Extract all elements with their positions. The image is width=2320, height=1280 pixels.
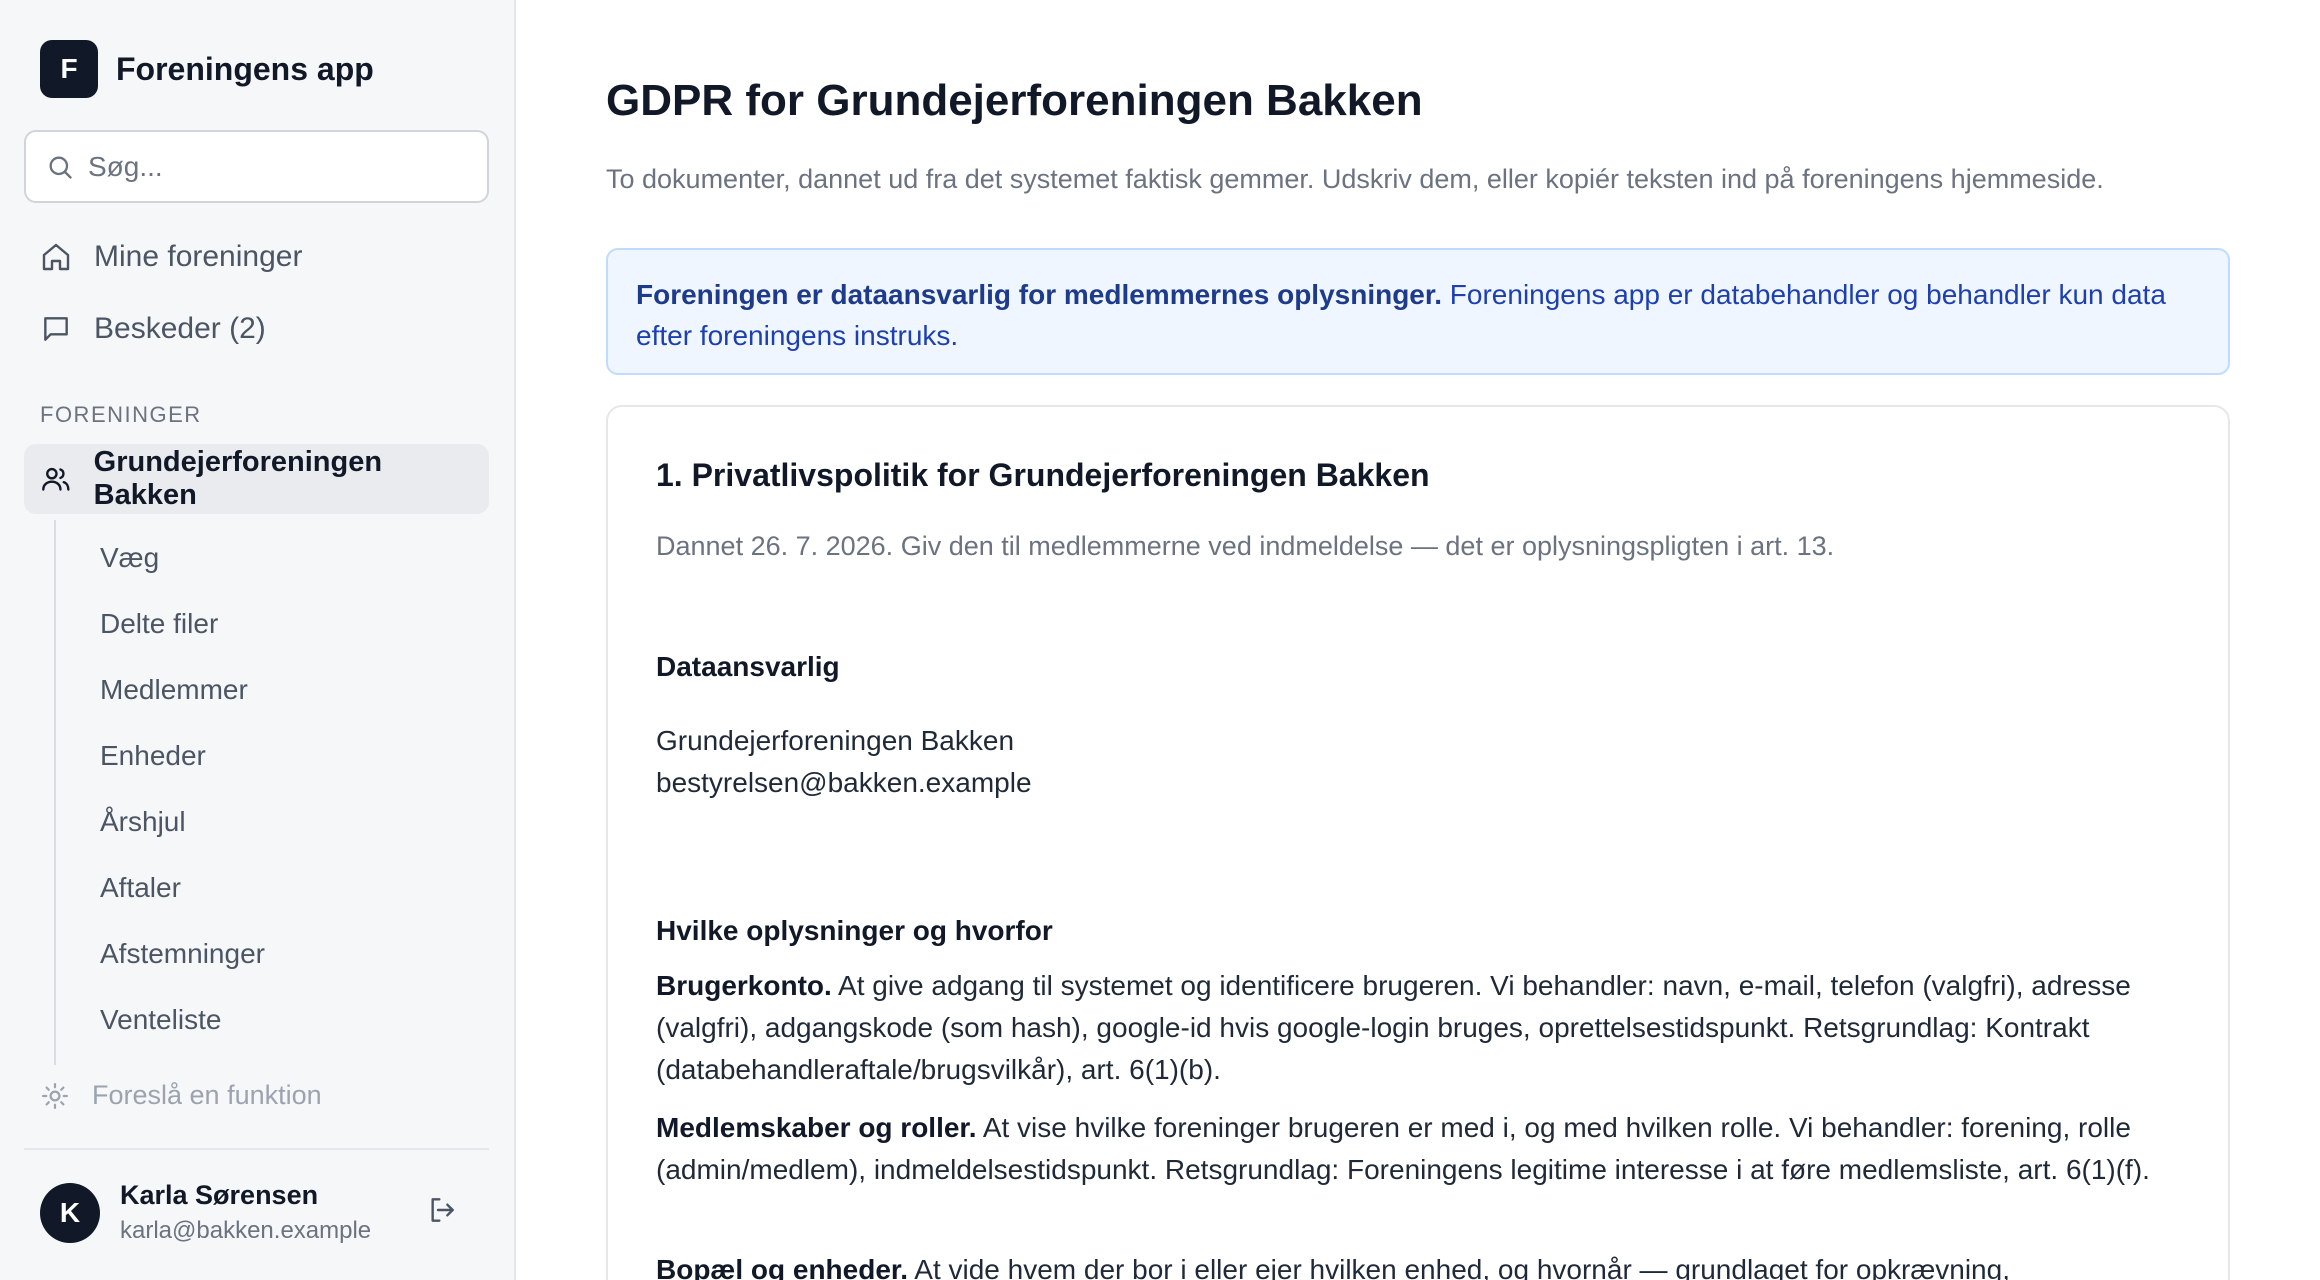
controller-email: bestyrelsen@bakken.example: [656, 767, 1032, 798]
subnav-item-enheder[interactable]: Enheder: [100, 736, 206, 776]
subnav-item-aarshjul[interactable]: Årshjul: [100, 802, 186, 842]
org-item-grundejerforeningen-bakken[interactable]: Grundejerforeningen Bakken: [24, 444, 489, 514]
page-subtitle: To dokumenter, dannet ud fra det systeme…: [606, 164, 2104, 194]
info-callout: Foreningen er dataansvarlig for medlemme…: [606, 248, 2230, 375]
controller-name: Grundejerforeningen Bakken: [656, 725, 1015, 756]
controller-heading: Dataansvarlig: [656, 651, 840, 682]
nav-item-beskeder[interactable]: Beskeder (2): [24, 296, 489, 362]
logout-button[interactable]: [422, 1190, 462, 1230]
data-item-label: Medlemskaber og roller.: [656, 1112, 977, 1143]
data-heading: Hvilke oplysninger og hvorfor: [656, 915, 1053, 946]
brand-logo: F: [40, 40, 98, 98]
message-icon: [44, 317, 68, 341]
user-name: Karla Sørensen: [120, 1180, 319, 1210]
subnav: Væg Delte filer Medlemmer Enheder Årshju…: [54, 520, 494, 1065]
data-item-brugerkonto: Brugerkonto. At give adgang til systemet…: [656, 965, 2196, 1091]
subnav-item-medlemmer[interactable]: Medlemmer: [100, 670, 248, 710]
sidebar-divider: [24, 1148, 489, 1150]
doc-title: 1. Privatlivspolitik for Grundejerforeni…: [656, 457, 1430, 493]
users-icon: [42, 467, 70, 491]
nav-label: Mine foreninger: [94, 240, 303, 273]
subnav-item-aftaler[interactable]: Aftaler: [100, 868, 181, 908]
logout-icon: [431, 1198, 454, 1222]
suggest-label: Foreslå en funktion: [92, 1080, 322, 1110]
user-profile[interactable]: K Karla Sørensen karla@bakken.example: [40, 1180, 371, 1245]
doc-meta: Dannet 26. 7. 2026. Giv den til medlemme…: [656, 531, 1835, 561]
page-title: GDPR for Grundejerforeningen Bakken: [606, 76, 1423, 125]
data-item-bopael: Bopæl og enheder. At vide hvem der bor i…: [656, 1249, 2196, 1280]
subnav-item-delte-filer[interactable]: Delte filer: [100, 604, 218, 644]
nav-item-mine-foreninger[interactable]: Mine foreninger: [24, 224, 489, 290]
lightbulb-icon: [42, 1082, 68, 1109]
home-icon: [42, 243, 70, 271]
main-content: GDPR for Grundejerforeningen Bakken To d…: [606, 0, 2230, 1280]
search-input[interactable]: [88, 150, 468, 183]
user-email: karla@bakken.example: [120, 1217, 372, 1244]
callout-bold: Foreningen er dataansvarlig for medlemme…: [636, 279, 1443, 310]
section-title: FORENINGER: [40, 402, 202, 427]
sidebar: F Foreningens app Mine foreninger Besked…: [0, 0, 516, 1280]
privacy-policy-card: 1. Privatlivspolitik for Grundejerforeni…: [606, 405, 2230, 1280]
data-item-label: Brugerkonto.: [656, 970, 832, 1001]
data-item-text: At vide hvem der bor i eller ejer hvilke…: [908, 1254, 2010, 1280]
org-label: Grundejerforeningen Bakken: [93, 446, 383, 511]
suggest-feature-link[interactable]: Foreslå en funktion: [40, 1080, 322, 1111]
search-box[interactable]: [24, 130, 489, 203]
avatar: K: [40, 1182, 100, 1243]
data-item-medlemskaber: Medlemskaber og roller. At vise hvilke f…: [656, 1107, 2196, 1191]
search-icon: [49, 156, 72, 179]
data-item-text: At give adgang til systemet og identific…: [656, 970, 2131, 1085]
data-item-label: Bopæl og enheder.: [656, 1254, 909, 1280]
brand[interactable]: F Foreningens app: [40, 40, 374, 98]
subnav-item-venteliste[interactable]: Venteliste: [100, 1000, 221, 1040]
subnav-item-vaeg[interactable]: Væg: [100, 538, 159, 578]
subnav-item-afstemninger[interactable]: Afstemninger: [100, 934, 265, 974]
nav-label: Beskeder (2): [94, 312, 266, 345]
subnav-item-ejd[interactable]: Ejd: [100, 1057, 140, 1065]
brand-name: Foreningens app: [116, 50, 374, 87]
